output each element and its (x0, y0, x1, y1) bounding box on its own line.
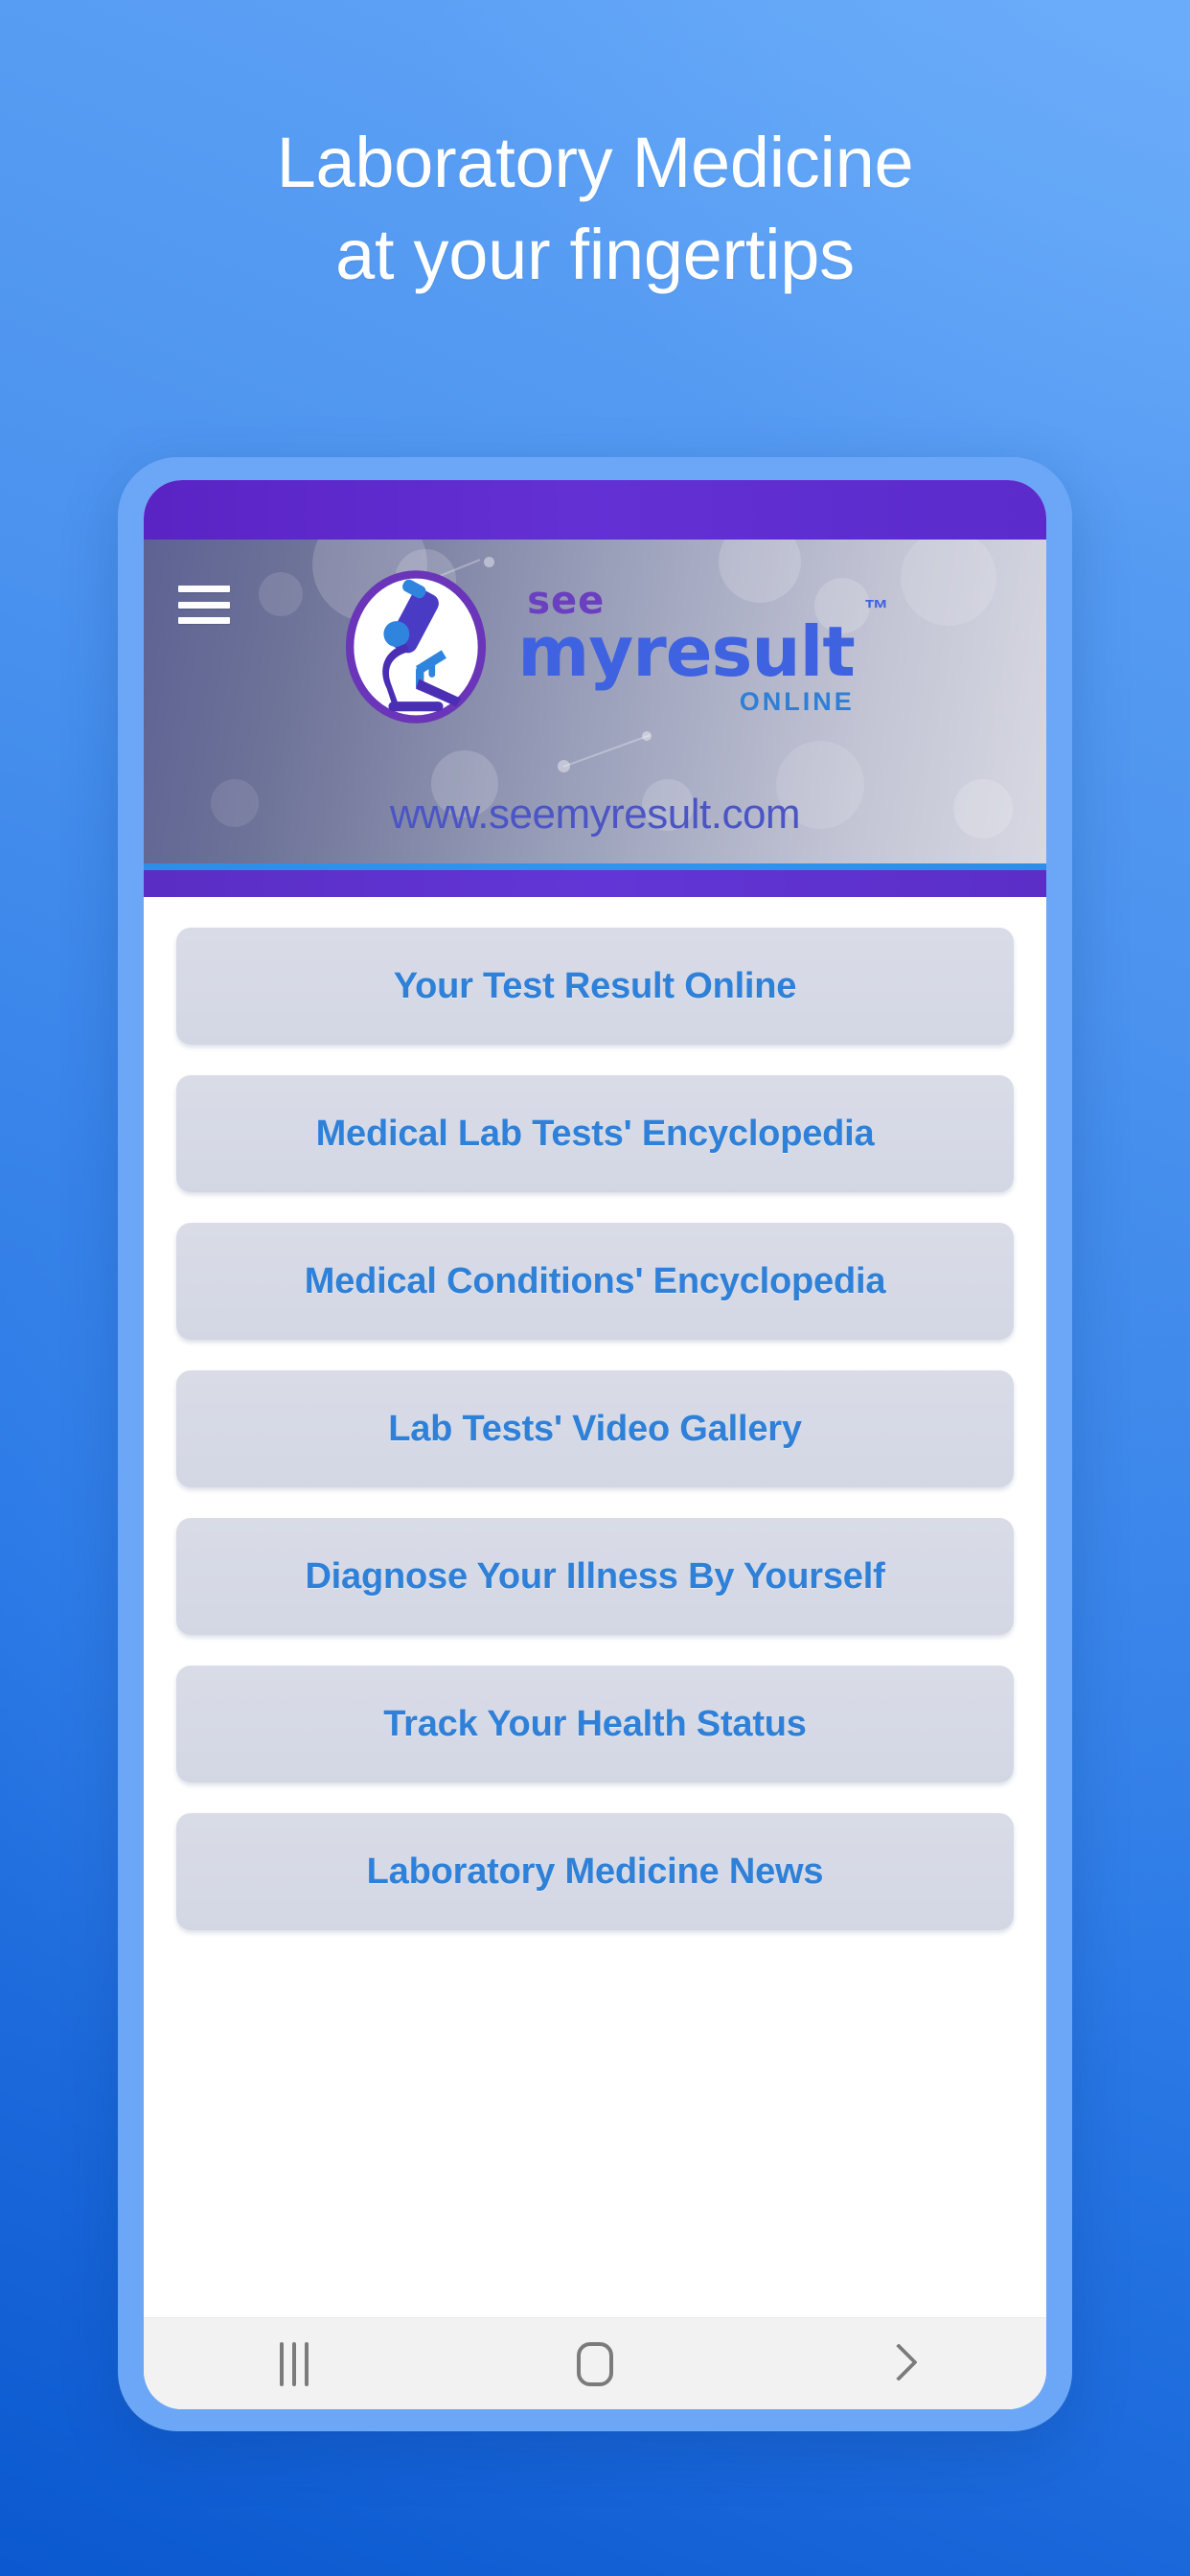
phone-screen: see myresult ™ ONLINE www.seemyresult.co… (144, 480, 1046, 2409)
brand-wordmark: see myresult ™ ONLINE (517, 577, 889, 717)
menu-button-laboratory-medicine-news[interactable]: Laboratory Medicine News (176, 1813, 1014, 1930)
nav-back-button[interactable] (824, 2331, 968, 2398)
menu-button-lab-tests-video-gallery[interactable]: Lab Tests' Video Gallery (176, 1370, 1014, 1487)
hamburger-bar (178, 601, 230, 609)
menu-button-medical-lab-tests-encyclopedia[interactable]: Medical Lab Tests' Encyclopedia (176, 1075, 1014, 1192)
headline-line-2: at your fingertips (335, 215, 855, 295)
decorative-link (562, 734, 651, 768)
status-bar (144, 480, 1046, 540)
menu-button-medical-conditions-encyclopedia[interactable]: Medical Conditions' Encyclopedia (176, 1223, 1014, 1340)
trademark-symbol: ™ (863, 593, 889, 623)
phone-mockup: see myresult ™ ONLINE www.seemyresult.co… (118, 457, 1072, 2431)
accent-rule-cyan (144, 863, 1046, 870)
back-chevron-icon (883, 2343, 908, 2385)
page-title: Laboratory Medicine at your fingertips (0, 117, 1190, 301)
recents-icon (280, 2341, 309, 2386)
app-header-banner: see myresult ™ ONLINE www.seemyresult.co… (144, 540, 1046, 863)
hamburger-bar (178, 586, 230, 592)
main-menu-list: Your Test Result Online Medical Lab Test… (144, 897, 1046, 2317)
accent-rule-purple (144, 870, 1046, 897)
brand-logo-row: see myresult ™ ONLINE (144, 566, 1046, 727)
microscope-logo-icon (346, 570, 487, 724)
android-navigation-bar (144, 2317, 1046, 2409)
menu-button-your-test-result-online[interactable]: Your Test Result Online (176, 928, 1014, 1045)
hamburger-menu-icon[interactable] (178, 586, 230, 624)
headline-line-1: Laboratory Medicine (276, 123, 914, 202)
nav-recents-button[interactable] (222, 2331, 366, 2398)
wordmark-main: myresult (517, 610, 856, 692)
hamburger-bar (178, 617, 230, 624)
menu-button-track-your-health-status[interactable]: Track Your Health Status (176, 1666, 1014, 1782)
home-icon (577, 2341, 613, 2386)
nav-home-button[interactable] (523, 2331, 667, 2398)
menu-button-diagnose-your-illness-by-yourself[interactable]: Diagnose Your Illness By Yourself (176, 1518, 1014, 1635)
site-url-text: www.seemyresult.com (389, 791, 801, 838)
